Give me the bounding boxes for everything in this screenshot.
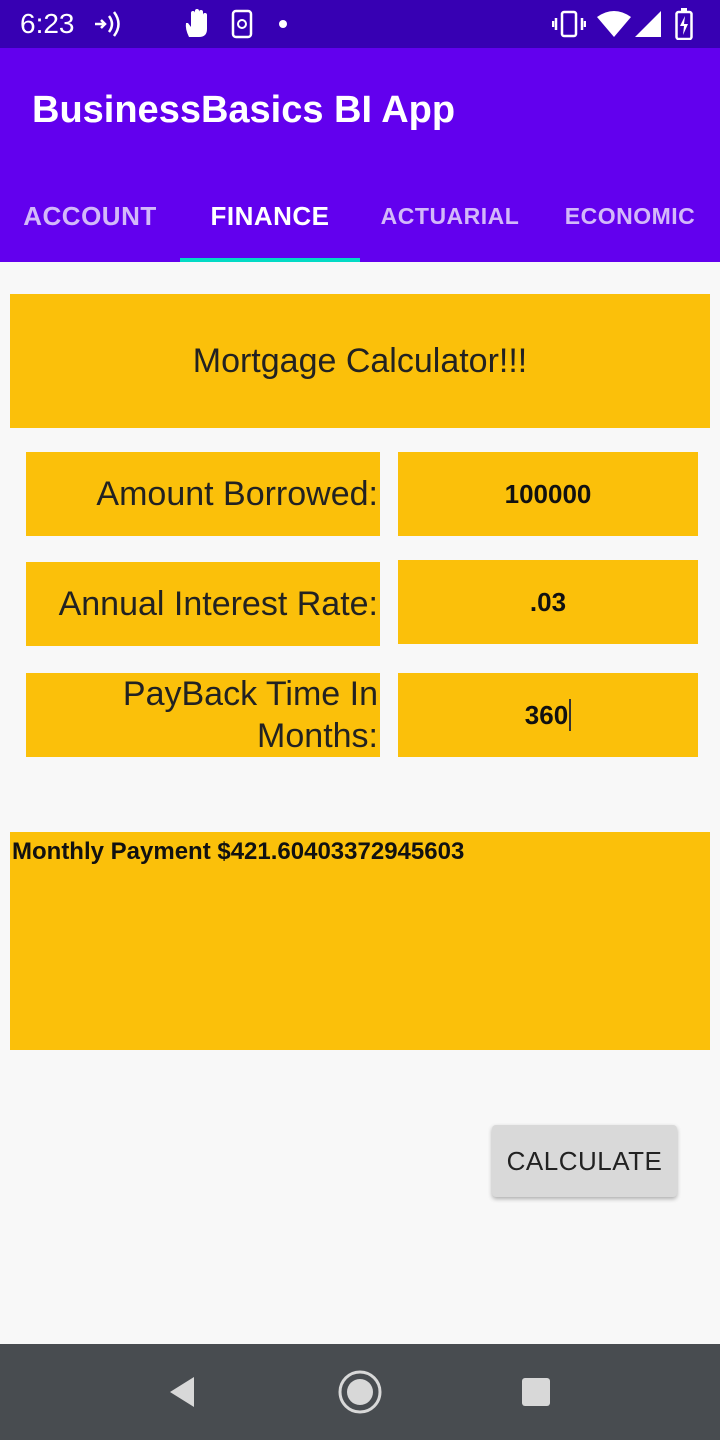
tab-actuarial[interactable]: ACTUARIAL xyxy=(360,170,540,262)
payback-months-label: PayBack Time In Months: xyxy=(26,673,380,757)
tab-economic[interactable]: ECONOMIC xyxy=(540,170,720,262)
status-time: 6:23 xyxy=(20,8,75,39)
payback-months-label-line1: PayBack Time In xyxy=(122,675,378,713)
wifi-icon xyxy=(596,8,632,40)
vibrate-icon xyxy=(552,8,586,40)
screen-rotate-icon xyxy=(228,8,256,40)
tab-bar: ACCOUNT FINANCE ACTUARIAL ECONOMIC xyxy=(0,170,720,262)
hand-icon xyxy=(182,8,210,40)
home-icon[interactable] xyxy=(336,1370,384,1414)
tab-account[interactable]: ACCOUNT xyxy=(0,170,180,262)
calculator-title: Mortgage Calculator!!! xyxy=(10,294,710,428)
app-bar: BusinessBasics BI App ACCOUNT FINANCE AC… xyxy=(0,48,720,262)
wifi-calling-icon xyxy=(92,8,124,40)
payback-months-value: 360 xyxy=(524,699,569,730)
battery-charging-icon xyxy=(674,8,694,40)
dot-icon xyxy=(276,8,290,40)
back-icon[interactable] xyxy=(162,1372,202,1412)
interest-rate-label: Annual Interest Rate: xyxy=(26,562,380,646)
tab-indicator xyxy=(180,258,360,262)
tab-finance[interactable]: FINANCE xyxy=(180,170,360,262)
text-cursor xyxy=(569,699,572,731)
payback-months-input[interactable]: 360 xyxy=(398,673,698,757)
navigation-bar xyxy=(0,1344,720,1440)
interest-rate-input[interactable]: .03 xyxy=(398,560,698,644)
calculate-button[interactable]: CALCULATE xyxy=(492,1125,677,1197)
app-title: BusinessBasics BI App xyxy=(32,89,456,131)
amount-borrowed-input[interactable]: 100000 xyxy=(398,452,698,536)
monthly-payment-result: Monthly Payment $421.60403372945603 xyxy=(10,832,710,1050)
recents-icon[interactable] xyxy=(518,1374,554,1410)
status-bar: 6:23 xyxy=(0,0,720,48)
signal-icon xyxy=(634,8,662,40)
payback-months-label-line2: Months: xyxy=(257,717,378,755)
amount-borrowed-label: Amount Borrowed: xyxy=(26,452,380,536)
